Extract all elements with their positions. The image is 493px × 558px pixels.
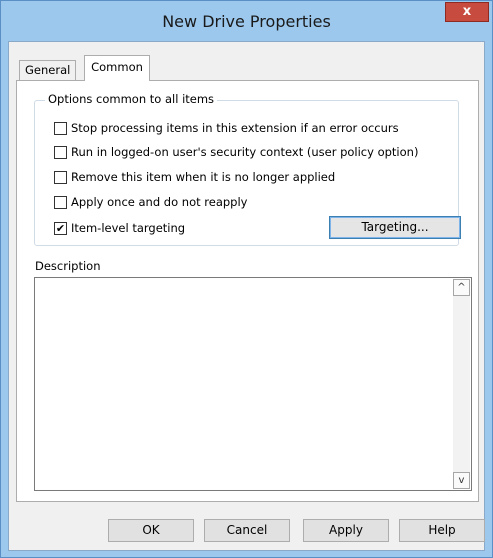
stop-processing-label: Stop processing items in this extension … xyxy=(71,121,399,135)
help-button-label: Help xyxy=(428,523,456,537)
targeting-button-label: Targeting... xyxy=(361,220,429,234)
tab-general-label: General xyxy=(25,63,71,77)
remove-item-checkbox[interactable] xyxy=(54,171,67,184)
apply-once-label: Apply once and do not reapply xyxy=(71,195,248,209)
scroll-up-button[interactable]: ^ xyxy=(453,279,470,296)
dialog-client-area: General Common Options common to all ite… xyxy=(8,41,485,551)
tab-common-label: Common xyxy=(91,60,143,74)
dialog-window: New Drive Properties x General Common Op… xyxy=(0,0,493,558)
close-icon: x xyxy=(462,4,472,19)
run-as-user-checkbox[interactable] xyxy=(54,146,67,159)
ok-button-label: OK xyxy=(142,523,160,537)
run-as-user-label: Run in logged-on user's security context… xyxy=(71,145,419,159)
stop-processing-checkbox[interactable] xyxy=(54,122,67,135)
tab-general[interactable]: General xyxy=(19,60,77,80)
description-scrollbar[interactable]: ^ v xyxy=(453,279,470,489)
remove-item-label: Remove this item when it is no longer ap… xyxy=(71,170,336,184)
checkmark-icon: ✔ xyxy=(55,222,66,235)
apply-button[interactable]: Apply xyxy=(303,519,389,542)
scroll-down-button[interactable]: v xyxy=(453,472,470,489)
chevron-up-icon: ^ xyxy=(457,282,466,293)
cancel-button-label: Cancel xyxy=(226,523,268,537)
apply-button-label: Apply xyxy=(329,523,363,537)
item-level-targeting-checkbox[interactable]: ✔ xyxy=(54,222,67,235)
targeting-button[interactable]: Targeting... xyxy=(329,216,461,239)
options-group-legend: Options common to all items xyxy=(45,92,218,106)
tab-common[interactable]: Common xyxy=(84,55,150,81)
window-title: New Drive Properties xyxy=(162,12,331,31)
help-button[interactable]: Help xyxy=(399,519,485,542)
description-textarea[interactable]: ^ v xyxy=(34,277,472,491)
title-bar[interactable]: New Drive Properties x xyxy=(1,1,492,41)
chevron-down-icon: v xyxy=(458,475,465,486)
item-level-targeting-label: Item-level targeting xyxy=(71,221,186,235)
apply-once-checkbox[interactable] xyxy=(54,196,67,209)
description-label: Description xyxy=(35,259,101,273)
ok-button[interactable]: OK xyxy=(108,519,194,542)
close-button[interactable]: x xyxy=(445,2,489,22)
cancel-button[interactable]: Cancel xyxy=(204,519,290,542)
